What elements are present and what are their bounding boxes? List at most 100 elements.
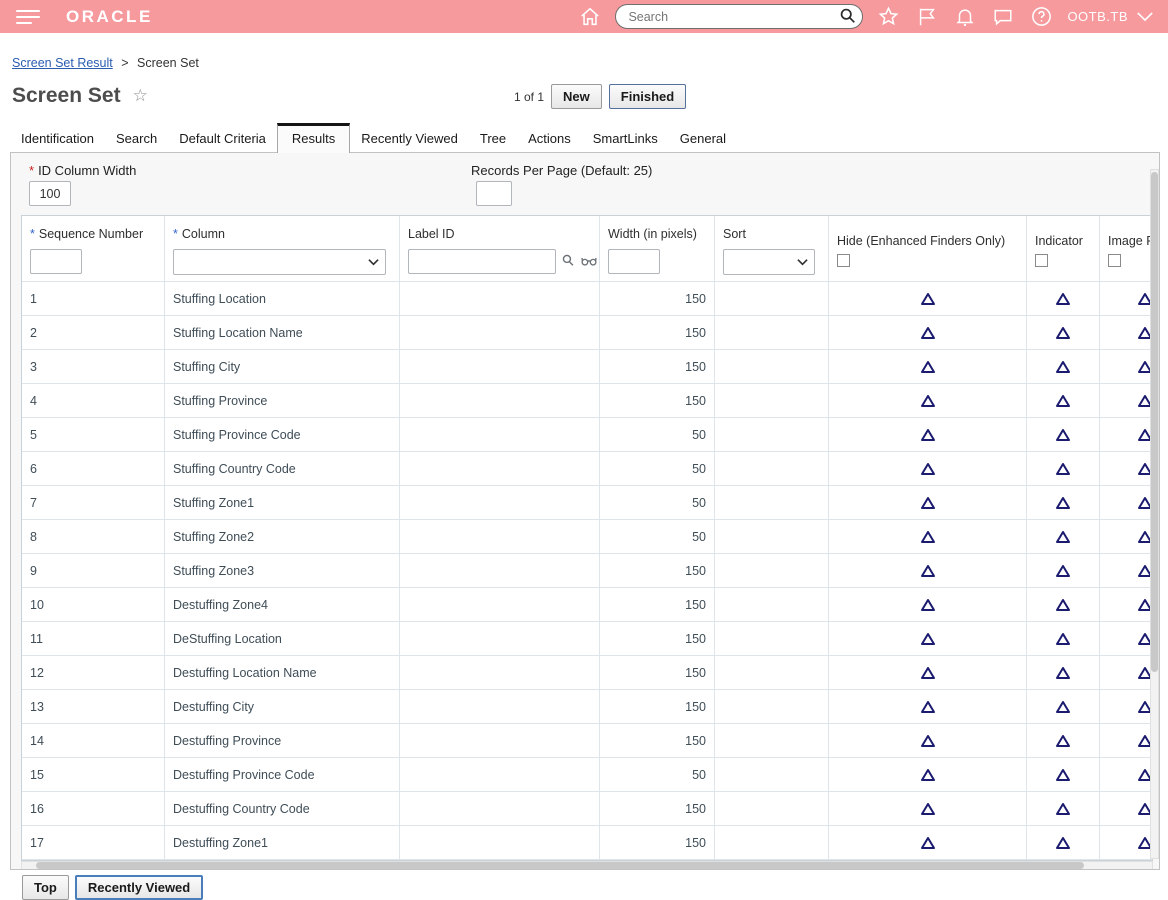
cell-indicator[interactable]	[1027, 554, 1100, 587]
flag-icon[interactable]	[916, 6, 938, 28]
cell-image[interactable]	[1100, 452, 1152, 485]
table-row[interactable]: 14 Destuffing Province 150	[22, 724, 1152, 758]
label-id-lookup-icon[interactable]	[561, 253, 575, 270]
cell-hide[interactable]	[829, 486, 1027, 519]
tab-smartlinks[interactable]: SmartLinks	[582, 125, 669, 152]
table-row[interactable]: 16 Destuffing Country Code 150	[22, 792, 1152, 826]
cell-image[interactable]	[1100, 282, 1152, 315]
cell-hide[interactable]	[829, 384, 1027, 417]
table-row[interactable]: 2 Stuffing Location Name 150	[22, 316, 1152, 350]
cell-image[interactable]	[1100, 758, 1152, 791]
cell-indicator[interactable]	[1027, 316, 1100, 349]
id-column-width-input[interactable]	[29, 181, 71, 206]
cell-indicator[interactable]	[1027, 826, 1100, 859]
sequence-number-filter-input[interactable]	[30, 249, 82, 274]
table-row[interactable]: 1 Stuffing Location 150	[22, 282, 1152, 316]
table-row[interactable]: 4 Stuffing Province 150	[22, 384, 1152, 418]
cell-indicator[interactable]	[1027, 486, 1100, 519]
cell-hide[interactable]	[829, 452, 1027, 485]
table-row[interactable]: 3 Stuffing City 150	[22, 350, 1152, 384]
user-menu-label[interactable]: OOTB.TB	[1067, 9, 1128, 24]
table-row[interactable]: 8 Stuffing Zone2 50	[22, 520, 1152, 554]
favorite-star-icon[interactable]: ☆	[133, 86, 148, 106]
cell-indicator[interactable]	[1027, 656, 1100, 689]
table-row[interactable]: 13 Destuffing City 150	[22, 690, 1152, 724]
cell-indicator[interactable]	[1027, 282, 1100, 315]
cell-indicator[interactable]	[1027, 384, 1100, 417]
cell-image[interactable]	[1100, 622, 1152, 655]
vertical-scrollbar-thumb[interactable]	[1151, 172, 1158, 672]
cell-image[interactable]	[1100, 384, 1152, 417]
cell-hide[interactable]	[829, 656, 1027, 689]
cell-image[interactable]	[1100, 826, 1152, 859]
cell-image[interactable]	[1100, 316, 1152, 349]
table-row[interactable]: 17 Destuffing Zone1 150	[22, 826, 1152, 860]
finished-button[interactable]: Finished	[608, 84, 687, 109]
cell-hide[interactable]	[829, 690, 1027, 723]
table-row[interactable]: 9 Stuffing Zone3 150	[22, 554, 1152, 588]
chevron-down-icon[interactable]	[1136, 11, 1154, 22]
home-icon[interactable]	[579, 6, 601, 28]
cell-image[interactable]	[1100, 724, 1152, 757]
cell-hide[interactable]	[829, 316, 1027, 349]
table-row[interactable]: 12 Destuffing Location Name 150	[22, 656, 1152, 690]
cell-indicator[interactable]	[1027, 418, 1100, 451]
cell-image[interactable]	[1100, 656, 1152, 689]
cell-indicator[interactable]	[1027, 588, 1100, 621]
hide-filter-checkbox[interactable]	[837, 254, 850, 267]
tab-recently-viewed[interactable]: Recently Viewed	[350, 125, 469, 152]
cell-image[interactable]	[1100, 792, 1152, 825]
cell-hide[interactable]	[829, 588, 1027, 621]
cell-hide[interactable]	[829, 554, 1027, 587]
cell-image[interactable]	[1100, 520, 1152, 553]
table-row[interactable]: 11 DeStuffing Location 150	[22, 622, 1152, 656]
cell-indicator[interactable]	[1027, 520, 1100, 553]
table-row[interactable]: 7 Stuffing Zone1 50	[22, 486, 1152, 520]
tab-default-criteria[interactable]: Default Criteria	[168, 125, 277, 152]
table-row[interactable]: 10 Destuffing Zone4 150	[22, 588, 1152, 622]
tab-results[interactable]: Results	[276, 123, 351, 153]
column-filter-select[interactable]	[173, 249, 386, 275]
cell-indicator[interactable]	[1027, 622, 1100, 655]
cell-image[interactable]	[1100, 486, 1152, 519]
cell-indicator[interactable]	[1027, 792, 1100, 825]
indicator-filter-checkbox[interactable]	[1035, 254, 1048, 267]
records-per-page-input[interactable]	[476, 181, 512, 206]
width-filter-input[interactable]	[608, 249, 660, 274]
top-button[interactable]: Top	[22, 875, 69, 900]
cell-hide[interactable]	[829, 792, 1027, 825]
new-button[interactable]: New	[551, 84, 602, 109]
image-filter-checkbox[interactable]	[1108, 254, 1121, 267]
favorites-star-icon[interactable]	[877, 5, 900, 28]
cell-hide[interactable]	[829, 826, 1027, 859]
tab-general[interactable]: General	[669, 125, 737, 152]
cell-indicator[interactable]	[1027, 452, 1100, 485]
help-icon[interactable]	[1030, 5, 1053, 28]
vertical-scrollbar[interactable]	[1150, 169, 1159, 859]
tab-tree[interactable]: Tree	[469, 125, 517, 152]
cell-hide[interactable]	[829, 350, 1027, 383]
search-input[interactable]: Search	[615, 4, 864, 29]
cell-hide[interactable]	[829, 520, 1027, 553]
cell-indicator[interactable]	[1027, 758, 1100, 791]
hamburger-menu-icon[interactable]	[16, 9, 40, 24]
cell-indicator[interactable]	[1027, 350, 1100, 383]
search-icon[interactable]	[839, 7, 856, 27]
cell-hide[interactable]	[829, 724, 1027, 757]
tab-actions[interactable]: Actions	[517, 125, 582, 152]
notifications-bell-icon[interactable]	[954, 5, 976, 28]
cell-image[interactable]	[1100, 418, 1152, 451]
breadcrumb-link[interactable]: Screen Set Result	[12, 56, 113, 70]
recently-viewed-button[interactable]: Recently Viewed	[74, 875, 204, 900]
table-row[interactable]: 6 Stuffing Country Code 50	[22, 452, 1152, 486]
cell-indicator[interactable]	[1027, 690, 1100, 723]
tab-identification[interactable]: Identification	[10, 125, 105, 152]
cell-image[interactable]	[1100, 350, 1152, 383]
cell-hide[interactable]	[829, 418, 1027, 451]
cell-hide[interactable]	[829, 622, 1027, 655]
cell-hide[interactable]	[829, 758, 1027, 791]
cell-image[interactable]	[1100, 690, 1152, 723]
chat-icon[interactable]	[992, 6, 1014, 28]
table-row[interactable]: 5 Stuffing Province Code 50	[22, 418, 1152, 452]
cell-indicator[interactable]	[1027, 724, 1100, 757]
